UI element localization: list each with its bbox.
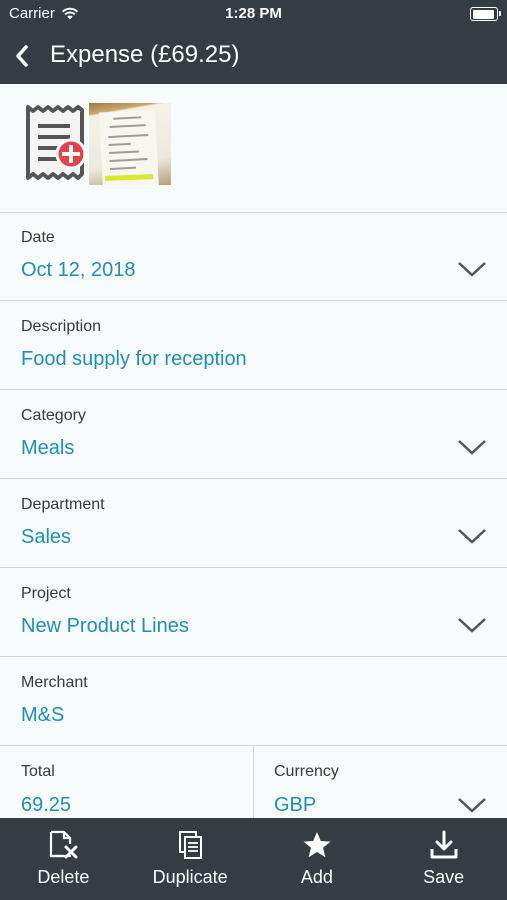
page-title: Expense (£69.25) (50, 41, 240, 68)
project-label: Project (21, 585, 71, 602)
department-value: Sales (21, 526, 72, 548)
currency-field[interactable]: Currency GBP (254, 746, 507, 818)
department-label: Department (21, 496, 105, 513)
department-field[interactable]: Department Sales (0, 479, 507, 568)
chevron-down-icon (458, 262, 486, 277)
merchant-field[interactable]: Merchant M&S (0, 657, 507, 746)
category-value: Meals (21, 437, 75, 459)
navigation-bar: Expense (£69.25) (0, 28, 507, 84)
add-receipt-button[interactable] (24, 104, 88, 186)
total-value: 69.25 (21, 794, 72, 816)
delete-document-icon (50, 830, 78, 859)
project-field[interactable]: Project New Product Lines (0, 568, 507, 657)
add-label: Add (300, 867, 333, 887)
download-icon (430, 830, 458, 859)
total-label: Total (21, 763, 55, 780)
add-button[interactable]: Add (254, 818, 381, 900)
category-field[interactable]: Category Meals (0, 390, 507, 479)
description-value: Food supply for reception (21, 348, 247, 370)
chevron-down-icon (458, 618, 486, 633)
receipt-thumbnail[interactable] (89, 103, 171, 185)
date-value: Oct 12, 2018 (21, 259, 136, 281)
duplicate-button[interactable]: Duplicate (127, 818, 254, 900)
category-label: Category (21, 407, 86, 424)
add-receipt-icon (26, 105, 87, 180)
save-label: Save (423, 867, 465, 887)
description-label: Description (21, 318, 102, 335)
bottom-toolbar: Delete Duplicate Add Save (0, 818, 507, 900)
duplicate-label: Duplicate (152, 867, 228, 887)
duplicate-icon (179, 831, 203, 859)
merchant-value: M&S (21, 704, 65, 726)
star-icon (303, 832, 331, 858)
save-button[interactable]: Save (380, 818, 507, 900)
chevron-down-icon (458, 798, 486, 813)
delete-label: Delete (37, 867, 90, 887)
back-button[interactable] (12, 42, 32, 70)
status-bar: Carrier 1:28 PM (0, 0, 507, 28)
chevron-down-icon (458, 440, 486, 455)
currency-label: Currency (274, 763, 339, 780)
chevron-down-icon (458, 529, 486, 544)
status-time: 1:28 PM (225, 5, 282, 22)
description-field[interactable]: Description Food supply for reception (0, 301, 507, 390)
date-label: Date (21, 229, 55, 246)
chevron-left-icon (16, 45, 28, 67)
delete-button[interactable]: Delete (0, 818, 127, 900)
currency-value: GBP (274, 794, 317, 816)
date-field[interactable]: Date Oct 12, 2018 (0, 212, 507, 301)
project-value: New Product Lines (21, 615, 189, 637)
merchant-label: Merchant (21, 674, 88, 691)
battery-icon (470, 7, 501, 21)
total-field[interactable]: Total 69.25 (0, 746, 253, 818)
